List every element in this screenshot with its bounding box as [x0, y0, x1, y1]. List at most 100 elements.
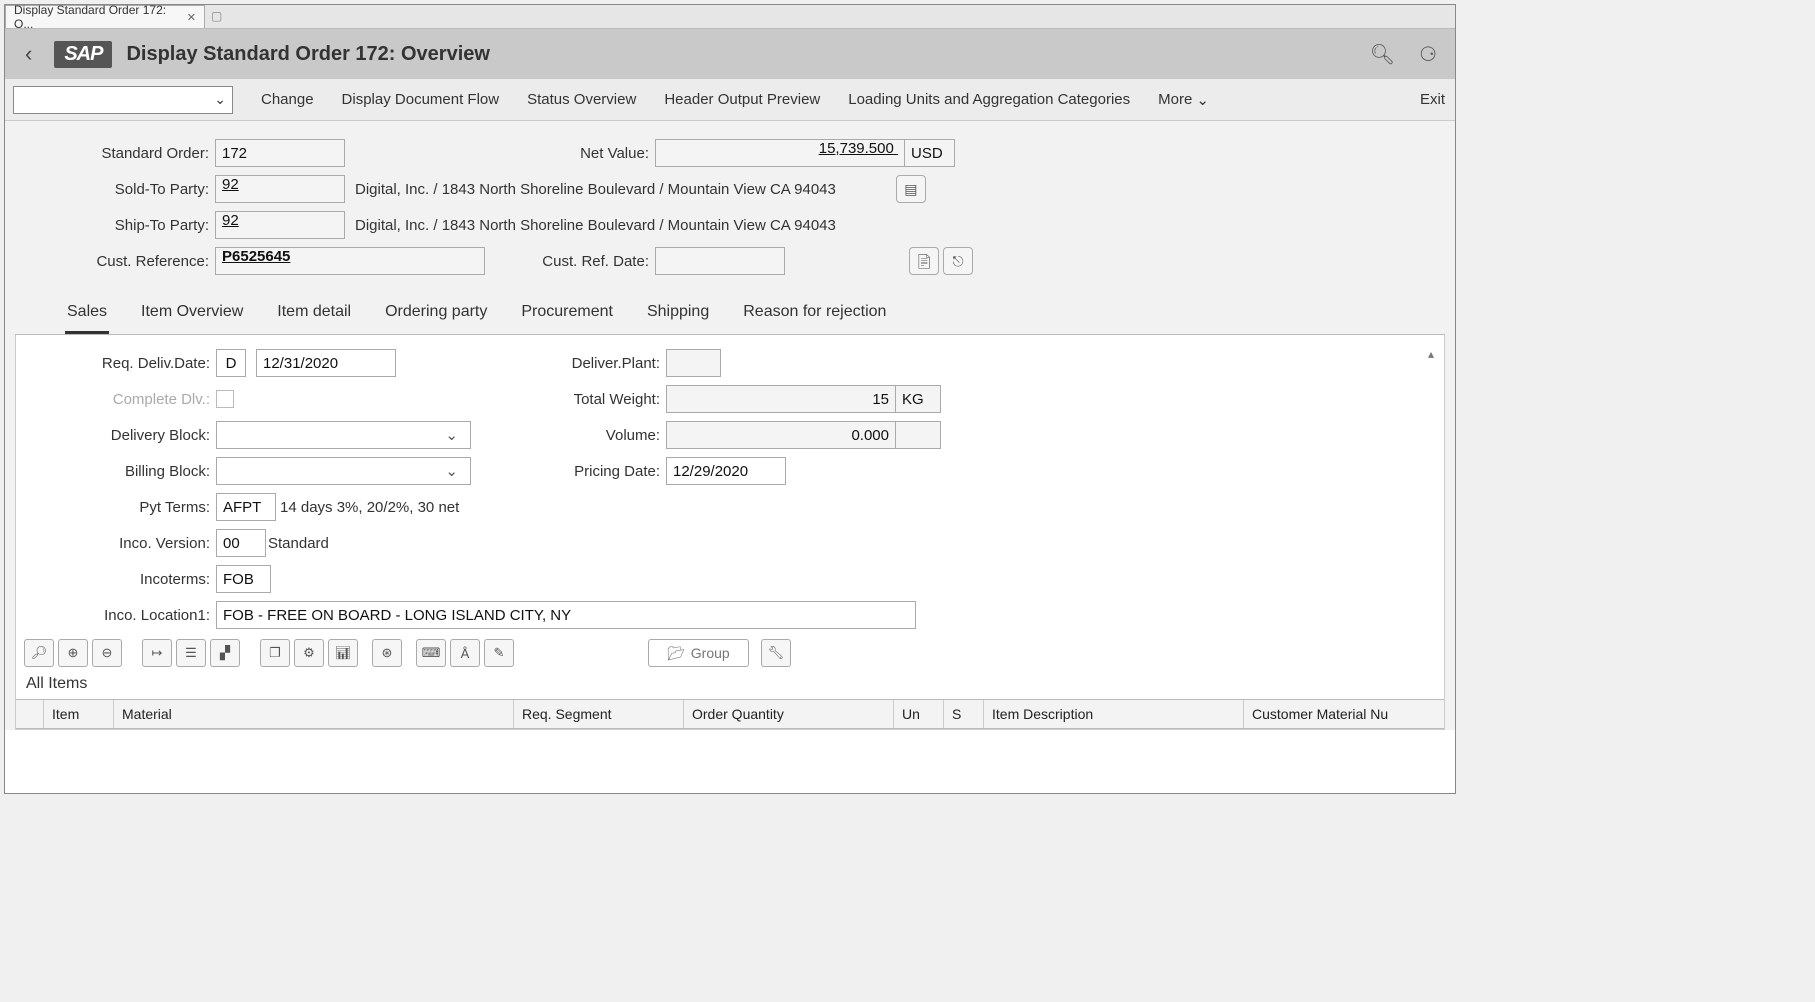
cost-icon[interactable]: ⊛	[372, 639, 402, 667]
volume-field[interactable]	[666, 421, 896, 449]
pyt-terms-label: Pyt Terms:	[16, 499, 216, 516]
command-combo[interactable]: ⌄	[13, 86, 233, 114]
more-label: More	[1158, 91, 1192, 108]
cust-ref-date-label: Cust. Ref. Date:	[485, 253, 655, 270]
new-tab-icon[interactable]: ▢	[205, 5, 228, 28]
list-icon[interactable]: ▞	[210, 639, 240, 667]
col-material[interactable]: Material	[114, 700, 514, 728]
volume-label: Volume:	[471, 427, 666, 444]
ship-to-label: Ship-To Party:	[15, 217, 215, 234]
remove-icon[interactable]: ⊖	[92, 639, 122, 667]
header-form: Standard Order: Net Value: 15,739.500 So…	[5, 121, 1455, 730]
copy-icon[interactable]: ❐	[260, 639, 290, 667]
close-icon[interactable]: ✕	[187, 11, 196, 24]
edit-icon[interactable]: ✎	[484, 639, 514, 667]
sold-to-label: Sold-To Party:	[15, 181, 215, 198]
sold-to-field[interactable]: 92	[215, 175, 345, 203]
pricing-date-label: Pricing Date:	[471, 463, 666, 480]
section-tabs: Sales Item Overview Item detail Ordering…	[15, 279, 1445, 335]
change-button[interactable]: Change	[261, 91, 314, 108]
tab-reason-rejection[interactable]: Reason for rejection	[741, 297, 888, 334]
config-icon[interactable]: ⚙︎	[294, 639, 324, 667]
add-icon[interactable]: ⊕	[58, 639, 88, 667]
search-icon[interactable]: 🔍︎	[1370, 42, 1395, 67]
col-order-qty[interactable]: Order Quantity	[684, 700, 894, 728]
action-toolbar: ⌄ Change Display Document Flow Status Ov…	[5, 79, 1455, 121]
incoterms-field[interactable]	[216, 565, 271, 593]
all-items-title: All Items	[16, 673, 1444, 699]
display-doc-icon[interactable]: 📄︎	[909, 247, 939, 275]
cust-ref-field[interactable]: P6525645	[215, 247, 485, 275]
window-tab-bar: Display Standard Order 172: O... ✕ ▢	[5, 5, 1455, 29]
chevron-down-icon: ⌄	[1196, 91, 1209, 109]
col-s[interactable]: S	[944, 700, 984, 728]
inco-version-label: Inco. Version:	[16, 535, 216, 552]
chart-icon[interactable]: 📊︎	[328, 639, 358, 667]
tab-procurement[interactable]: Procurement	[519, 297, 615, 334]
loading-units-button[interactable]: Loading Units and Aggregation Categories	[848, 91, 1130, 108]
checklist-icon[interactable]: ☰	[176, 639, 206, 667]
tab-shipping[interactable]: Shipping	[645, 297, 711, 334]
net-value-field[interactable]: 15,739.500	[655, 139, 905, 167]
partner-detail-icon[interactable]: ▤	[896, 175, 926, 203]
total-weight-unit[interactable]	[896, 385, 941, 413]
col-req-segment[interactable]: Req. Segment	[514, 700, 684, 728]
col-item-desc[interactable]: Item Description	[984, 700, 1244, 728]
req-deliv-type-field[interactable]	[216, 349, 246, 377]
req-deliv-date-field[interactable]	[256, 349, 396, 377]
scroll-up-icon[interactable]: ▴	[1428, 347, 1442, 361]
items-grid-header: Item Material Req. Segment Order Quantit…	[16, 699, 1444, 729]
currency-field[interactable]	[905, 139, 955, 167]
billing-block-combo[interactable]: ⌄	[216, 457, 471, 485]
ship-to-address: Digital, Inc. / 1843 North Shoreline Bou…	[345, 217, 836, 234]
keyboard-icon[interactable]: ⌨	[416, 639, 446, 667]
tools-icon[interactable]: 🔧︎	[761, 639, 791, 667]
delivery-block-combo[interactable]: ⌄	[216, 421, 471, 449]
col-un[interactable]: Un	[894, 700, 944, 728]
total-weight-field[interactable]	[666, 385, 896, 413]
complete-dlv-checkbox[interactable]	[216, 390, 234, 408]
inco-location1-field[interactable]	[216, 601, 916, 629]
sap-logo: SAP	[54, 41, 112, 68]
inco-version-field[interactable]	[216, 529, 266, 557]
net-value-label: Net Value:	[345, 145, 655, 162]
sales-panel: ▴ Req. Deliv.Date: Deliver.Plant: Comple…	[15, 335, 1445, 730]
back-icon[interactable]: ‹	[17, 41, 40, 67]
window-tab[interactable]: Display Standard Order 172: O... ✕	[5, 5, 205, 28]
user-icon[interactable]: ⚆	[1419, 42, 1437, 67]
item-toolbar: 🔎︎ ⊕ ⊖ ↦ ☰ ▞ ❐ ⚙︎ 📊︎ ⊛ ⌨ Å ✎ 📂︎ Grou	[16, 633, 1444, 673]
tab-ordering-party[interactable]: Ordering party	[383, 297, 489, 334]
cust-ref-label: Cust. Reference:	[15, 253, 215, 270]
exit-button[interactable]: Exit	[1420, 91, 1447, 108]
tab-item-detail[interactable]: Item detail	[275, 297, 353, 334]
lab-icon[interactable]: Å	[450, 639, 480, 667]
col-select[interactable]	[16, 700, 44, 728]
pricing-date-field[interactable]	[666, 457, 786, 485]
group-button[interactable]: 📂︎ Group	[648, 639, 749, 667]
chevron-down-icon: ⌄	[214, 91, 226, 108]
standard-order-field[interactable]	[215, 139, 345, 167]
delivery-block-label: Delivery Block:	[16, 427, 216, 444]
col-cust-material[interactable]: Customer Material Nu	[1244, 700, 1444, 728]
col-item[interactable]: Item	[44, 700, 114, 728]
status-overview-button[interactable]: Status Overview	[527, 91, 636, 108]
chevron-down-icon: ⌄	[445, 426, 464, 444]
complete-dlv-label: Complete Dlv.:	[16, 391, 216, 408]
find-icon[interactable]: 🔎︎	[24, 639, 54, 667]
pyt-terms-field[interactable]	[216, 493, 276, 521]
sold-to-address: Digital, Inc. / 1843 North Shoreline Bou…	[345, 181, 836, 198]
deliver-plant-field[interactable]	[666, 349, 721, 377]
folder-icon: 📂︎	[667, 645, 685, 662]
header-details-icon[interactable]: ⎋	[943, 247, 973, 275]
sap-window: Display Standard Order 172: O... ✕ ▢ ‹ S…	[4, 4, 1456, 794]
ship-to-field[interactable]: 92	[215, 211, 345, 239]
detail-icon[interactable]: ↦	[142, 639, 172, 667]
cust-ref-date-field[interactable]	[655, 247, 785, 275]
volume-unit[interactable]	[896, 421, 941, 449]
tab-sales[interactable]: Sales	[65, 297, 109, 334]
document-flow-button[interactable]: Display Document Flow	[342, 91, 500, 108]
more-button[interactable]: More ⌄	[1158, 91, 1209, 109]
header-output-preview-button[interactable]: Header Output Preview	[664, 91, 820, 108]
window-tab-title: Display Standard Order 172: O...	[14, 3, 181, 31]
tab-item-overview[interactable]: Item Overview	[139, 297, 245, 334]
